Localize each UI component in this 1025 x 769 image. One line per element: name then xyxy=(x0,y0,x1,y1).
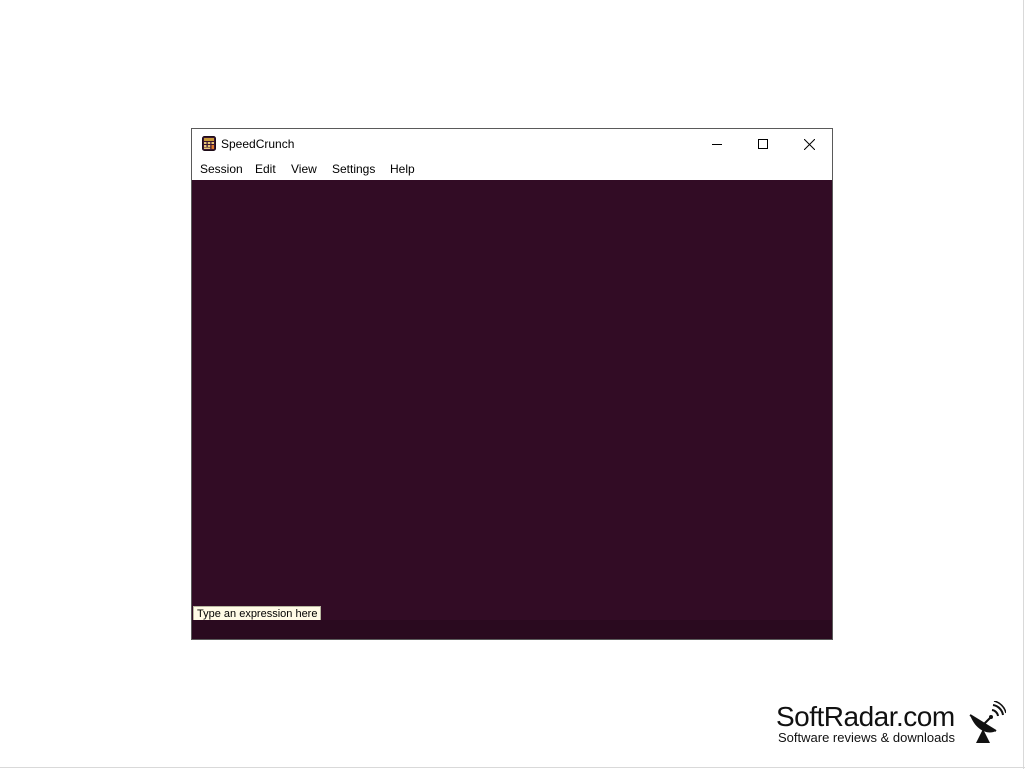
menu-bar: Session Edit View Settings Help xyxy=(192,159,832,180)
menu-edit[interactable]: Edit xyxy=(255,161,276,177)
close-button[interactable] xyxy=(786,129,832,159)
menu-session[interactable]: Session xyxy=(200,161,243,177)
close-icon xyxy=(803,138,815,150)
minimize-button[interactable] xyxy=(694,129,740,159)
minimize-icon xyxy=(712,144,722,145)
page-edge-bottom xyxy=(0,767,1025,768)
title-bar[interactable]: SpeedCrunch xyxy=(192,129,832,159)
satellite-dish-icon xyxy=(969,701,1006,743)
page: SpeedCrunch Session Edit View Settings H… xyxy=(0,0,1025,769)
result-display[interactable] xyxy=(192,180,832,620)
speedcrunch-app-icon xyxy=(202,136,216,151)
menu-view[interactable]: View xyxy=(291,161,317,177)
softradar-watermark: SoftRadar.com Software reviews & downloa… xyxy=(776,701,1006,747)
maximize-icon xyxy=(758,139,768,149)
expression-input[interactable] xyxy=(192,620,832,639)
window-title: SpeedCrunch xyxy=(221,137,295,151)
maximize-button[interactable] xyxy=(740,129,786,159)
watermark-tagline: Software reviews & downloads xyxy=(778,730,956,745)
page-edge-right xyxy=(1023,0,1024,769)
menu-settings[interactable]: Settings xyxy=(332,161,375,177)
menu-help[interactable]: Help xyxy=(390,161,415,177)
watermark-brand: SoftRadar.com xyxy=(776,701,955,732)
speedcrunch-window: SpeedCrunch Session Edit View Settings H… xyxy=(191,128,833,640)
